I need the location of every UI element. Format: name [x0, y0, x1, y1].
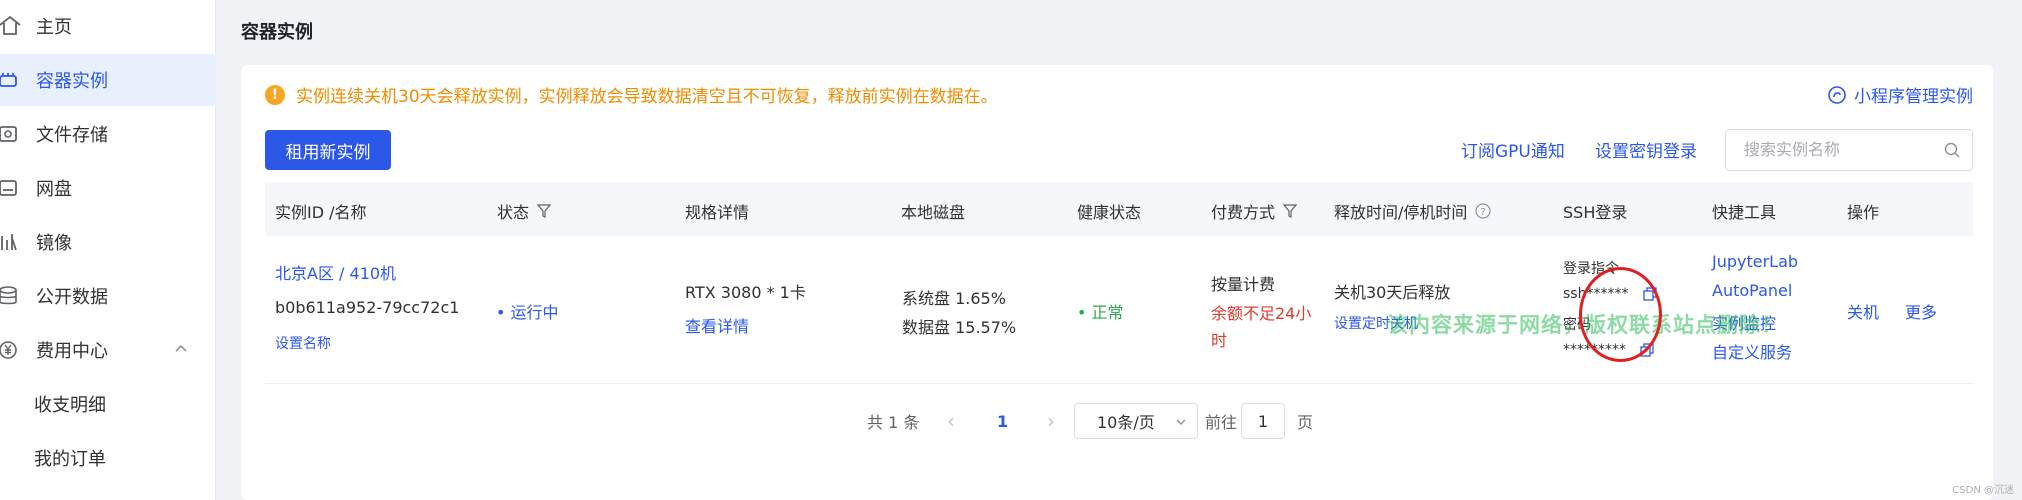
mini-program-icon [1828, 85, 1846, 104]
goto-page-input[interactable]: 1 [1241, 403, 1285, 439]
sidebar-item-label: 主页 [36, 17, 72, 38]
page-size-value: 10条/页 [1097, 413, 1155, 432]
sidebar-item-containers[interactable]: 容器实例 [0, 54, 216, 106]
chevron-up-icon [175, 344, 187, 352]
sidebar-item-home[interactable]: 主页 [0, 0, 216, 52]
database-icon [0, 286, 17, 305]
sidebar-item-label: 文件存储 [36, 125, 108, 146]
set-key-login-link[interactable]: 设置密钥登录 [1595, 137, 1697, 162]
sidebar-item-label: 费用中心 [36, 341, 108, 362]
image-icon [1, 234, 17, 251]
page-number-current[interactable]: 1 [997, 403, 1008, 439]
col-health: 健康状态 [1077, 203, 1142, 222]
next-page-button[interactable]: › [1047, 403, 1055, 439]
balance-warning-line1: 余额不足24小 [1211, 304, 1312, 323]
system-disk-usage: 系统盘 1.65% [902, 289, 1006, 308]
table-header: 实例ID /名称 状态 规格详情 本地磁盘 健康状态 付费方式 释放时间/停机时… [265, 182, 1973, 236]
col-instance-id: 实例ID /名称 [275, 203, 367, 222]
instance-id: b0b611a952-79cc72c1 [275, 298, 460, 317]
health-badge: • 正常 [1077, 303, 1124, 322]
instance-name-link[interactable]: 北京A区 / 410机 [275, 260, 396, 284]
status-badge: • 运行中 [496, 303, 559, 322]
col-release-time: 释放时间/停机时间 ? [1334, 199, 1492, 223]
mini-program-link[interactable]: 小程序管理实例 [1828, 82, 1973, 107]
yen-icon [0, 341, 17, 359]
sidebar-item-label: 容器实例 [36, 71, 108, 92]
page-size-select[interactable]: 10条/页 [1074, 403, 1198, 439]
home-icon [0, 15, 21, 35]
sidebar-item-netdisk[interactable]: 网盘 [0, 162, 216, 214]
billing-type: 按量计费 [1211, 275, 1276, 294]
sidebar-item-images[interactable]: 镜像 [0, 216, 216, 268]
col-status[interactable]: 状态 [497, 199, 552, 223]
tool-autopanel-link[interactable]: AutoPanel [1712, 281, 1792, 300]
tool-jupyterlab-link[interactable]: JupyterLab [1712, 252, 1798, 271]
sidebar-item-label: 我的订单 [34, 449, 106, 470]
pagination-total: 共 1 条 [867, 413, 920, 432]
help-icon[interactable]: ? [1475, 203, 1492, 219]
instance-card: ! 实例连续关机30天会释放实例，实例释放会导致数据清空且不可恢复，释放前实例在… [241, 65, 1993, 500]
sidebar: 主页 容器实例 文件存储 网盘 镜像 公开数据 费用中心 收支明细 我的订单 [0, 0, 216, 500]
sidebar-item-label: 收支明细 [34, 395, 106, 416]
col-tools: 快捷工具 [1712, 203, 1777, 222]
search-box [1725, 129, 1973, 171]
source-watermark: CSDN @沉迷 [1952, 485, 2014, 496]
release-notice-text: 实例连续关机30天会释放实例，实例释放会导致数据清空且不可恢复，释放前实例在数据… [296, 87, 998, 107]
set-name-link[interactable]: 设置名称 [275, 333, 331, 353]
col-spec: 规格详情 [685, 203, 750, 222]
sidebar-item-public-data[interactable]: 公开数据 [0, 270, 216, 322]
warning-icon: ! [265, 84, 285, 105]
storage-icon [0, 126, 17, 142]
prev-page-button[interactable]: ‹ [947, 403, 955, 439]
sidebar-item-transactions[interactable]: 收支明细 [0, 378, 216, 430]
container-icon [0, 73, 17, 87]
col-billing[interactable]: 付费方式 [1211, 199, 1298, 223]
release-notice: ! 实例连续关机30天会释放实例，实例释放会导致数据清空且不可恢复，释放前实例在… [265, 82, 998, 107]
view-detail-link[interactable]: 查看详情 [685, 313, 749, 337]
col-ssh: SSH登录 [1563, 203, 1628, 222]
sidebar-item-orders[interactable]: 我的订单 [0, 432, 216, 484]
chevron-down-icon [1176, 419, 1186, 425]
page-unit-label: 页 [1297, 413, 1314, 432]
svg-text:?: ? [1481, 207, 1486, 218]
goto-label: 前往 [1205, 413, 1238, 432]
netdisk-icon [0, 180, 17, 196]
sidebar-item-file-storage[interactable]: 文件存储 [0, 108, 216, 160]
col-actions: 操作 [1847, 203, 1880, 222]
more-actions-button[interactable]: 更多 [1905, 299, 1937, 323]
sidebar-item-label: 镜像 [36, 233, 72, 254]
row-divider [265, 383, 1973, 384]
shutdown-button[interactable]: 关机 [1847, 299, 1879, 323]
subscribe-gpu-link[interactable]: 订阅GPU通知 [1461, 137, 1565, 162]
search-icon[interactable] [1944, 142, 1960, 158]
balance-warning-line2: 时 [1211, 331, 1228, 350]
filter-icon[interactable] [537, 204, 552, 218]
release-policy: 关机30天后释放 [1334, 283, 1451, 302]
tool-custom-service-link[interactable]: 自定义服务 [1712, 339, 1792, 363]
rent-new-instance-button[interactable]: 租用新实例 [265, 130, 391, 170]
sidebar-item-billing-center[interactable]: 费用中心 [0, 324, 216, 376]
search-input[interactable] [1744, 140, 1924, 159]
page-title: 容器实例 [241, 22, 313, 43]
highlight-circle [1579, 267, 1662, 362]
sidebar-item-label: 网盘 [36, 179, 72, 200]
spec-text: RTX 3080 * 1卡 [685, 283, 806, 302]
data-disk-usage: 数据盘 15.57% [902, 318, 1017, 337]
sidebar-item-label: 公开数据 [36, 287, 108, 308]
filter-icon[interactable] [1283, 204, 1298, 218]
col-local-disk: 本地磁盘 [901, 203, 966, 222]
